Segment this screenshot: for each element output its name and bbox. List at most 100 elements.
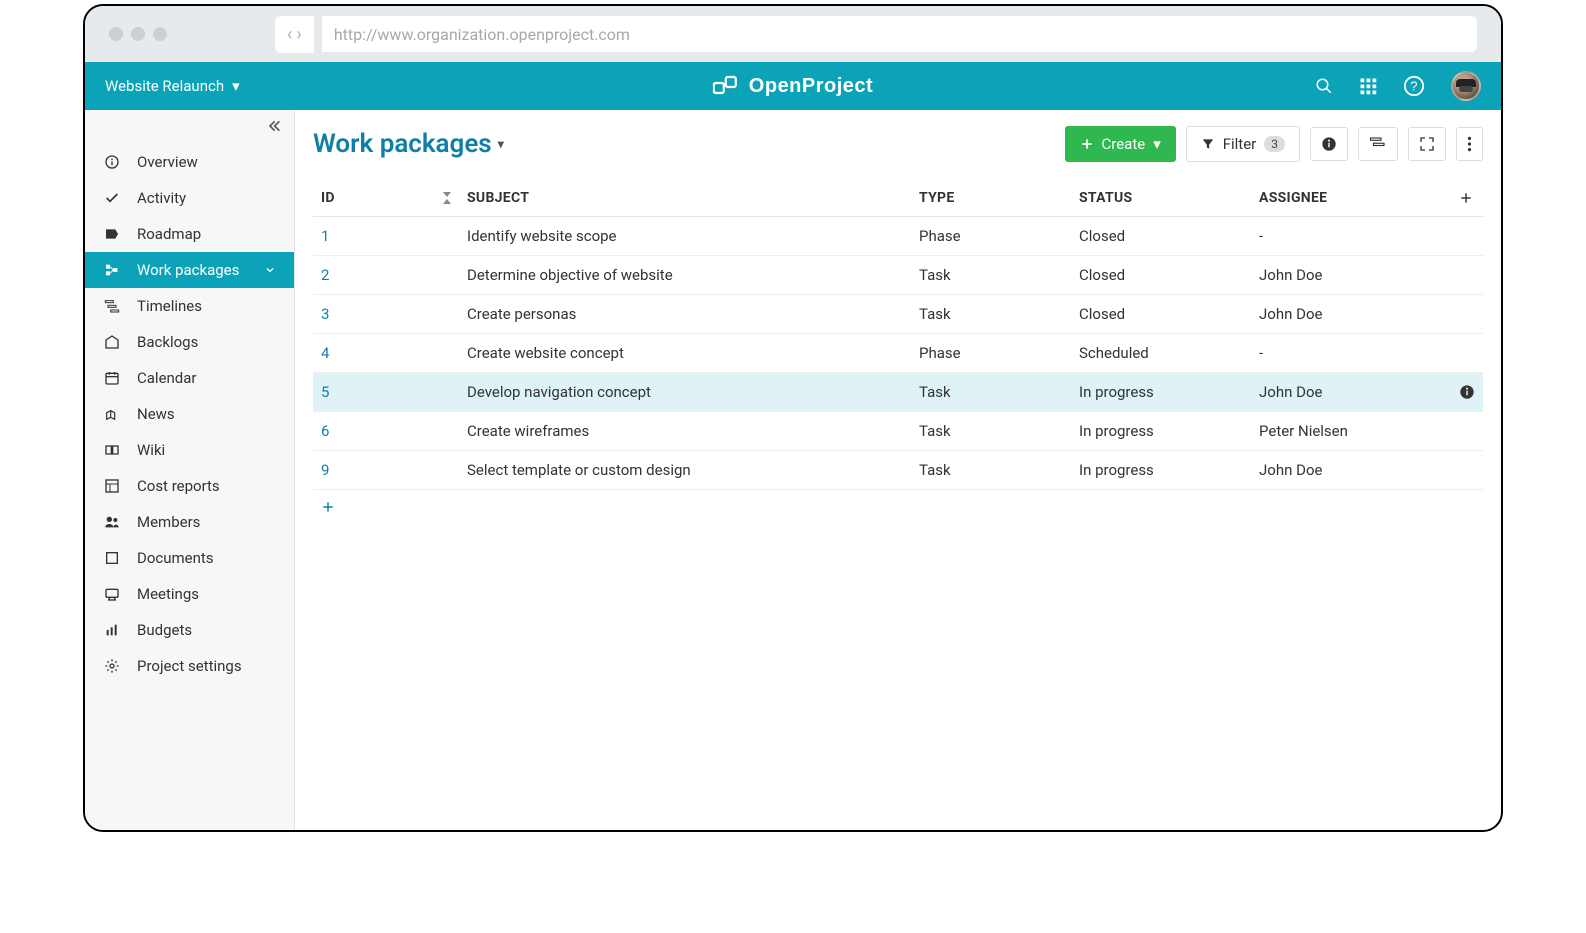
cell-type[interactable]: Phase <box>911 217 1071 256</box>
back-icon[interactable]: ‹ <box>287 24 292 45</box>
sidebar-item-work-packages[interactable]: Work packages <box>85 252 294 288</box>
cell-subject[interactable]: Develop navigation concept <box>459 373 911 412</box>
cell-subject[interactable]: Determine objective of website <box>459 256 911 295</box>
sidebar-item-backlogs[interactable]: Backlogs <box>85 324 294 360</box>
sidebar-item-timelines[interactable]: Timelines <box>85 288 294 324</box>
sidebar-item-budgets[interactable]: Budgets <box>85 612 294 648</box>
timeline-button[interactable] <box>1358 127 1398 161</box>
cell-assignee[interactable]: John Doe <box>1251 256 1451 295</box>
sidebar-item-documents[interactable]: Documents <box>85 540 294 576</box>
row-actions[interactable] <box>1451 256 1483 295</box>
filter-button[interactable]: Filter 3 <box>1186 126 1300 162</box>
cell-id[interactable]: 9 <box>313 451 443 490</box>
cell-id[interactable]: 1 <box>313 217 443 256</box>
cell-id[interactable]: 4 <box>313 334 443 373</box>
cell-status[interactable]: Closed <box>1071 295 1251 334</box>
cell-status[interactable]: Closed <box>1071 256 1251 295</box>
cell-status[interactable]: Scheduled <box>1071 334 1251 373</box>
help-icon[interactable]: ? <box>1403 75 1425 97</box>
caret-down-icon: ▾ <box>1153 135 1161 153</box>
cell-assignee[interactable]: Peter Nielsen <box>1251 412 1451 451</box>
table-row[interactable]: 5 Develop navigation conceptTaskIn progre… <box>313 373 1483 412</box>
table-row[interactable]: 6 Create wireframesTaskIn progressPeter N… <box>313 412 1483 451</box>
sidebar-item-meetings[interactable]: Meetings <box>85 576 294 612</box>
cell-assignee[interactable]: John Doe <box>1251 373 1451 412</box>
cell-status[interactable]: In progress <box>1071 451 1251 490</box>
cell-type[interactable]: Phase <box>911 334 1071 373</box>
sort-indicator-icon[interactable] <box>443 180 459 217</box>
cell-type[interactable]: Task <box>911 295 1071 334</box>
sidebar-item-news[interactable]: News <box>85 396 294 432</box>
sidebar-item-project-settings[interactable]: Project settings <box>85 648 294 684</box>
cell-id[interactable]: 5 <box>313 373 443 412</box>
project-name: Website Relaunch <box>105 77 224 95</box>
user-avatar[interactable] <box>1451 71 1481 101</box>
sidebar-item-calendar[interactable]: Calendar <box>85 360 294 396</box>
table-row[interactable]: 1 Identify website scopePhaseClosed- <box>313 217 1483 256</box>
col-assignee[interactable]: ASSIGNEE <box>1251 180 1451 217</box>
row-actions[interactable] <box>1451 334 1483 373</box>
sidebar-item-label: News <box>137 405 175 423</box>
window-dot[interactable] <box>109 27 123 41</box>
sidebar-item-overview[interactable]: Overview <box>85 144 294 180</box>
cell-id[interactable]: 2 <box>313 256 443 295</box>
col-status[interactable]: STATUS <box>1071 180 1251 217</box>
cell-assignee[interactable]: - <box>1251 217 1451 256</box>
window-dot[interactable] <box>131 27 145 41</box>
cell-id[interactable]: 6 <box>313 412 443 451</box>
page-title[interactable]: Work packages ▾ <box>313 129 504 159</box>
cell-id[interactable]: 3 <box>313 295 443 334</box>
table-row[interactable]: 3 Create personasTaskClosedJohn Doe <box>313 295 1483 334</box>
plus-icon <box>321 500 335 514</box>
add-row-button[interactable] <box>313 490 1483 524</box>
sidebar-item-label: Timelines <box>137 297 202 315</box>
sidebar: OverviewActivityRoadmapWork packages Time… <box>85 110 295 830</box>
cell-subject[interactable]: Create website concept <box>459 334 911 373</box>
cell-assignee[interactable]: - <box>1251 334 1451 373</box>
more-button[interactable] <box>1456 127 1483 161</box>
cell-type[interactable]: Task <box>911 256 1071 295</box>
row-actions[interactable] <box>1451 451 1483 490</box>
create-button[interactable]: Create ▾ <box>1065 126 1176 162</box>
cell-type[interactable]: Task <box>911 412 1071 451</box>
cell-subject[interactable]: Create wireframes <box>459 412 911 451</box>
cell-subject[interactable]: Select template or custom design <box>459 451 911 490</box>
project-selector[interactable]: Website Relaunch ▾ <box>105 77 240 95</box>
col-type[interactable]: TYPE <box>911 180 1071 217</box>
row-actions[interactable] <box>1451 373 1483 412</box>
cell-subject[interactable]: Identify website scope <box>459 217 911 256</box>
search-icon[interactable] <box>1315 77 1333 95</box>
forward-icon[interactable]: › <box>296 24 301 45</box>
sidebar-item-members[interactable]: Members <box>85 504 294 540</box>
table-row[interactable]: 2 Determine objective of websiteTaskClose… <box>313 256 1483 295</box>
sidebar-item-wiki[interactable]: Wiki <box>85 432 294 468</box>
col-id[interactable]: ID <box>313 180 443 217</box>
cell-status[interactable]: In progress <box>1071 412 1251 451</box>
menu-icon <box>103 406 121 422</box>
table-row[interactable]: 9 Select template or custom designTaskIn … <box>313 451 1483 490</box>
add-column-button[interactable] <box>1451 180 1483 217</box>
cell-status[interactable]: In progress <box>1071 373 1251 412</box>
fullscreen-button[interactable] <box>1408 127 1446 161</box>
cell-assignee[interactable]: John Doe <box>1251 451 1451 490</box>
filter-label: Filter <box>1223 135 1257 153</box>
window-dot[interactable] <box>153 27 167 41</box>
sidebar-item-roadmap[interactable]: Roadmap <box>85 216 294 252</box>
col-subject[interactable]: SUBJECT <box>459 180 911 217</box>
sidebar-item-cost-reports[interactable]: Cost reports <box>85 468 294 504</box>
browser-chrome: ‹ › http://www.organization.openproject.… <box>85 6 1501 62</box>
url-bar[interactable]: http://www.organization.openproject.com <box>322 16 1477 52</box>
details-button[interactable] <box>1310 127 1348 161</box>
cell-type[interactable]: Task <box>911 373 1071 412</box>
row-actions[interactable] <box>1451 412 1483 451</box>
sidebar-item-activity[interactable]: Activity <box>85 180 294 216</box>
collapse-sidebar-icon[interactable] <box>266 118 282 134</box>
cell-status[interactable]: Closed <box>1071 217 1251 256</box>
cell-assignee[interactable]: John Doe <box>1251 295 1451 334</box>
row-actions[interactable] <box>1451 295 1483 334</box>
table-row[interactable]: 4 Create website conceptPhaseScheduled- <box>313 334 1483 373</box>
row-actions[interactable] <box>1451 217 1483 256</box>
modules-icon[interactable] <box>1359 77 1377 95</box>
cell-type[interactable]: Task <box>911 451 1071 490</box>
cell-subject[interactable]: Create personas <box>459 295 911 334</box>
